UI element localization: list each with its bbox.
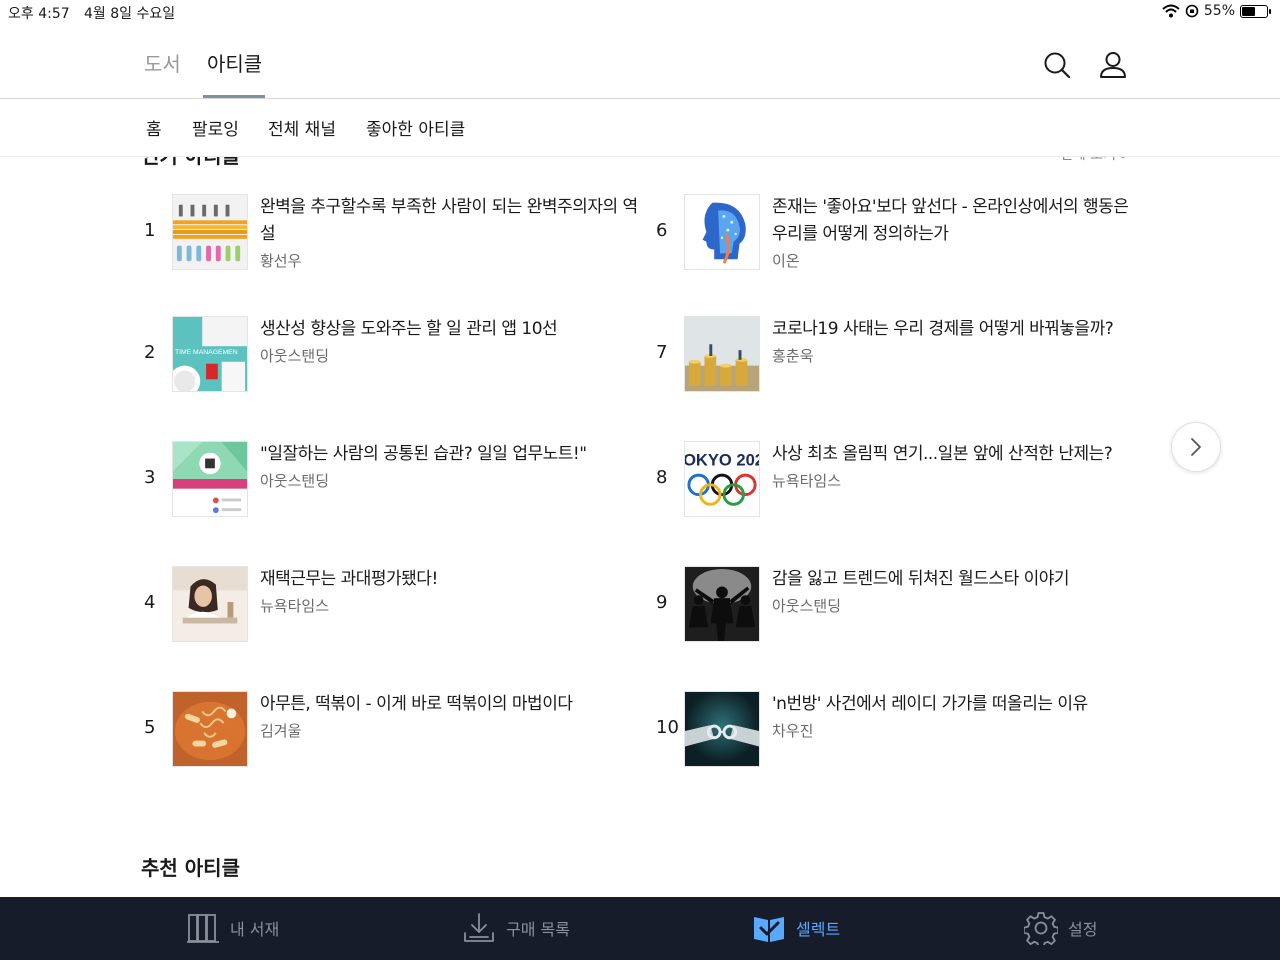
coins-thumb xyxy=(684,316,760,392)
battery-icon xyxy=(1240,4,1271,18)
rank-number: 8 xyxy=(656,467,668,488)
tteokbokki-thumb xyxy=(172,691,248,767)
dancers-thumb xyxy=(684,566,760,642)
article-title: 생산성 향상을 도와주는 할 일 관리 앱 10선 xyxy=(260,319,558,339)
rank-number: 4 xyxy=(144,592,156,613)
gear-icon xyxy=(1024,912,1058,945)
bottom-tab-purchases[interactable]: 구매 목록 xyxy=(462,911,570,945)
bottom-tab-select[interactable]: 셀렉트 xyxy=(752,911,840,945)
tab-books[interactable]: 도서 xyxy=(144,48,181,77)
search-icon xyxy=(1044,52,1071,79)
handcuffs-thumb xyxy=(684,691,760,767)
bottom-tab-label: 설정 xyxy=(1068,920,1098,939)
search-button[interactable] xyxy=(1042,50,1072,80)
status-date: 4월 8일 수요일 xyxy=(84,6,176,22)
article-author: 아웃스탠딩 xyxy=(260,472,330,490)
bottom-tab-label: 구매 목록 xyxy=(506,920,570,939)
bottom-tab-settings[interactable]: 설정 xyxy=(1024,911,1097,945)
battery-percent: 55% xyxy=(1203,3,1235,19)
bottom-tab-label: 셀렉트 xyxy=(796,920,841,939)
bottom-tab-label: 내 서재 xyxy=(230,920,280,939)
olympic-thumb: OKYO 202 xyxy=(684,441,760,517)
article-author: 홍춘욱 xyxy=(772,347,814,365)
active-tab-indicator xyxy=(203,95,265,98)
digital-head-thumb xyxy=(684,194,760,270)
thumb-text: OKYO 202 xyxy=(685,450,759,469)
profile-button[interactable] xyxy=(1098,50,1128,80)
article-title: 존재는 '좋아요'보다 앞선다 - 온라인상에서의 행동은 우리를 어떻게 정의… xyxy=(772,197,1129,244)
article-author: 이온 xyxy=(772,252,800,270)
article-author: 아웃스탠딩 xyxy=(260,347,330,365)
download-icon xyxy=(464,913,494,942)
bottom-tab-library[interactable]: 내 서재 xyxy=(186,911,279,945)
article-title: 'n번방' 사건에서 레이디 가가를 떠올리는 이유 xyxy=(772,694,1088,714)
article-title: 아무튼, 떡볶이 - 이게 바로 떡볶이의 마법이다 xyxy=(260,694,573,714)
chevron-right-icon xyxy=(1191,438,1201,456)
tab-article[interactable]: 아티클 xyxy=(207,48,262,77)
rank-number: 9 xyxy=(656,592,668,613)
rank-number: 2 xyxy=(144,342,156,363)
article-title: 재택근무는 과대평가됐다! xyxy=(260,569,438,589)
article-title: 완벽을 추구할수록 부족한 사람이 되는 완벽주의자의 역설 xyxy=(260,197,638,244)
status-bar: 오후 4:57 4월 8일 수요일 55% xyxy=(0,0,1280,24)
rank-number: 7 xyxy=(656,342,668,363)
user-icon xyxy=(1100,52,1126,78)
battery-fill xyxy=(1242,6,1256,16)
sub-nav-all-channels[interactable]: 전체 채널 xyxy=(268,115,336,140)
wifi-icon xyxy=(1162,4,1180,18)
sub-nav-liked-articles[interactable]: 좋아한 아티클 xyxy=(366,115,465,140)
select-book-icon xyxy=(754,917,784,942)
article-author: 황선우 xyxy=(260,252,302,270)
evernote-thumb xyxy=(172,441,248,517)
article-author: 뉴욕타임스 xyxy=(260,597,330,615)
sub-nav: 홈 팔로잉 전체 채널 좋아한 아티클 xyxy=(0,99,1280,157)
sub-nav-home[interactable]: 홈 xyxy=(146,115,162,140)
top-nav: 도서 아티클 xyxy=(0,24,1280,99)
article-title: 사상 최초 올림픽 연기...일본 앞에 산적한 난제는? xyxy=(772,444,1113,464)
article-author: 차우진 xyxy=(772,722,814,740)
status-time: 오후 4:57 xyxy=(8,6,70,22)
article-title: "일잘하는 사람의 공통된 습관? 일일 업무노트!" xyxy=(260,444,587,464)
rank-number: 10 xyxy=(656,717,679,738)
woman-thumb xyxy=(172,566,248,642)
time-management-thumb: TIME MANAGEMEN xyxy=(172,316,248,392)
sub-nav-following[interactable]: 팔로잉 xyxy=(192,115,239,140)
article-title: 감을 잃고 트렌드에 뒤쳐진 월드스타 이야기 xyxy=(772,569,1070,589)
article-author: 아웃스탠딩 xyxy=(772,597,842,615)
thumb-text: TIME MANAGEMEN xyxy=(175,349,238,356)
article-author: 뉴욕타임스 xyxy=(772,472,842,490)
rank-number: 6 xyxy=(656,220,668,241)
carousel-next-button[interactable] xyxy=(1171,422,1221,472)
rank-number: 5 xyxy=(144,717,156,738)
rank-number: 3 xyxy=(144,467,156,488)
bottom-tab-bar: 내 서재 구매 목록 셀렉트 설정 xyxy=(0,897,1280,960)
status-indicators: 55% xyxy=(1162,3,1271,19)
recommended-section-title: 추천 아티클 xyxy=(141,856,240,880)
article-title: 코로나19 사태는 우리 경제를 어떻게 바꿔놓을까? xyxy=(772,319,1114,339)
library-icon xyxy=(187,914,219,943)
article-author: 김겨울 xyxy=(260,722,302,740)
pencils-thumb xyxy=(172,194,248,270)
rank-number: 1 xyxy=(144,220,156,241)
orientation-lock-icon xyxy=(1185,4,1199,18)
